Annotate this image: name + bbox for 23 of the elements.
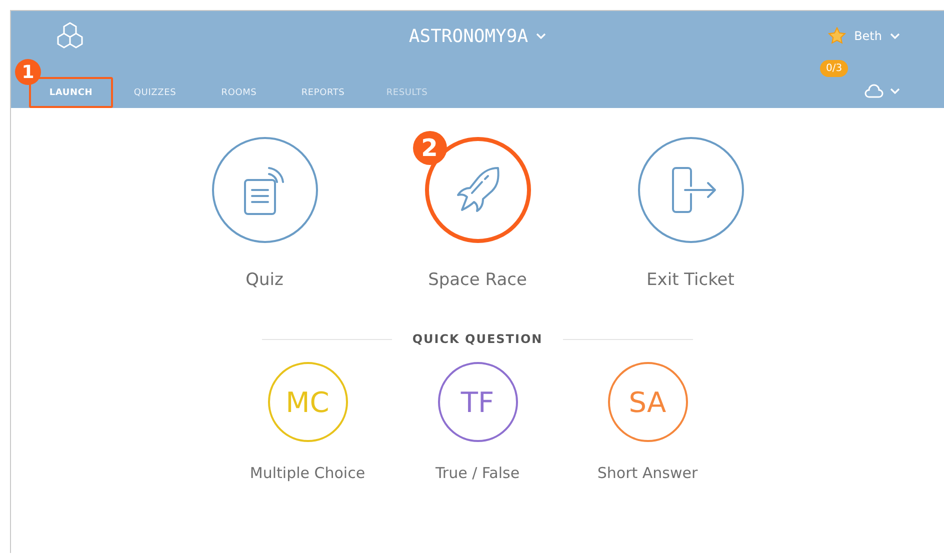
activity-label: Space Race — [428, 270, 527, 290]
nav-tab[interactable]: REPORTS — [281, 77, 365, 108]
star-icon — [828, 27, 846, 45]
question-type-button[interactable]: MC — [268, 362, 348, 442]
question-type-label: True / False — [435, 464, 520, 482]
section-heading: QUICK QUESTION — [412, 332, 543, 346]
step-marker: 1 — [15, 59, 41, 85]
user-name[interactable]: Beth — [854, 29, 882, 43]
question-type-button[interactable]: SA — [608, 362, 688, 442]
chevron-icon — [890, 32, 900, 40]
count-badge: 0/3 — [820, 60, 848, 77]
hexagon-logo-icon — [55, 21, 85, 51]
chevron-icon — [890, 88, 900, 94]
nav-tab[interactable]: ROOMS — [197, 77, 281, 108]
chevron-icon — [536, 32, 546, 40]
class-title[interactable]: ASTRONOMY9A — [408, 26, 546, 46]
question-type-label: Multiple Choice — [250, 464, 366, 482]
activity-label: Exit Ticket — [646, 270, 734, 290]
question-type-label: Short Answer — [597, 464, 698, 482]
nav-tab[interactable]: QUIZZES — [113, 77, 197, 108]
question-type-button[interactable]: TF — [438, 362, 518, 442]
step-marker: 2 — [412, 131, 446, 165]
activity-label: Quiz — [246, 270, 284, 290]
